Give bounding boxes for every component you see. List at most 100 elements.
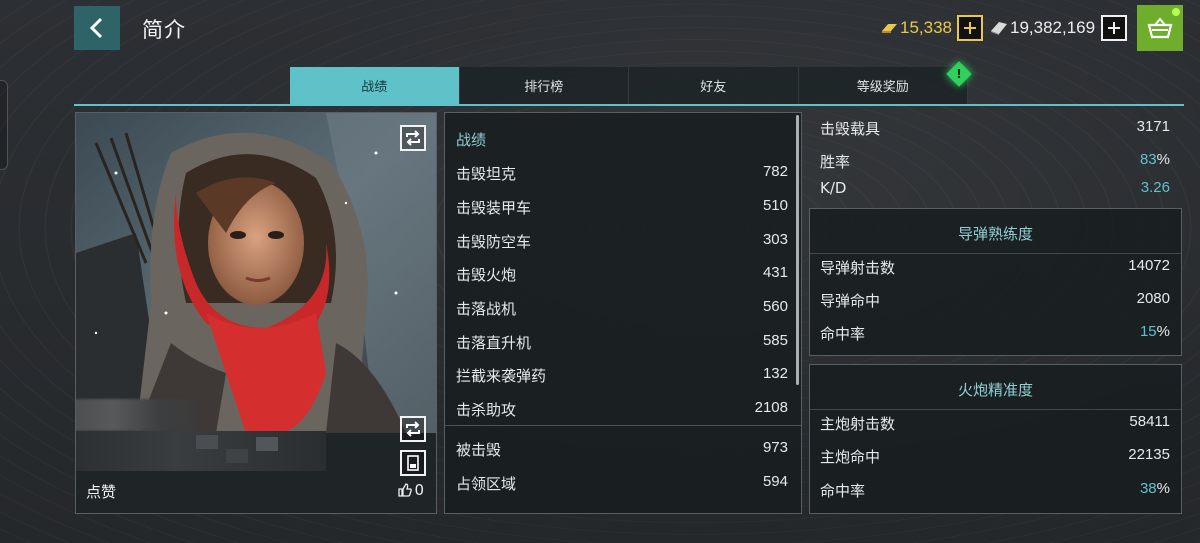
stat-label: 击落战机 — [456, 300, 517, 318]
tab-bar: 战绩 排行榜 好友 等级奖励 — [290, 67, 968, 104]
stat-value: 782 — [762, 163, 788, 180]
stat-label: 命中率 — [820, 482, 866, 500]
stat-value: 560 — [762, 298, 788, 315]
tab-leaderboard[interactable]: 排行榜 — [459, 67, 629, 104]
stat-label: 拦截来袭弹药 — [456, 367, 547, 385]
redacted-player-info — [76, 431, 326, 471]
vehicles-destroyed-row: 击毁载具 3171 — [820, 118, 1170, 139]
stat-row: 命中率 38% — [820, 480, 1170, 501]
percent-unit: % — [1156, 480, 1170, 497]
stat-row: 导弹射击数 14072 — [820, 257, 1170, 278]
stat-value: 83% — [1140, 151, 1170, 172]
tab-combat-record[interactable]: 战绩 — [290, 67, 460, 104]
add-gold-button[interactable] — [957, 15, 983, 41]
card-icon — [407, 455, 419, 471]
stat-value: 132 — [762, 365, 788, 382]
redacted-player-name — [76, 399, 198, 431]
back-button[interactable] — [74, 6, 120, 50]
kd-row: K/D 3.26 — [820, 179, 1170, 197]
stat-row: 击落战机 560 — [456, 298, 788, 319]
plus-icon — [964, 22, 976, 34]
stat-row: 占领区域 594 — [456, 473, 788, 494]
stat-label: 主炮命中 — [820, 448, 881, 466]
stat-row: 拦截来袭弹药 132 — [456, 365, 788, 386]
shop-button[interactable] — [1137, 5, 1183, 51]
basket-icon — [1147, 17, 1173, 39]
stat-row: 击杀助攻 2108 — [456, 399, 788, 420]
stat-value: 2108 — [754, 399, 788, 416]
stat-value: 510 — [762, 197, 788, 214]
stat-row: 击落直升机 585 — [456, 332, 788, 353]
chevron-left-icon — [89, 17, 103, 39]
stat-row: 击毁装甲车 510 — [456, 197, 788, 218]
combat-record-panel[interactable]: 战绩 击毁坦克 782 击毁装甲车 510 击毁防空车 303 击毁火炮 431 击落战… — [444, 112, 802, 514]
stat-label: 命中率 — [820, 325, 866, 343]
swap-icon — [406, 130, 420, 146]
stat-row: 主炮射击数 58411 — [820, 413, 1170, 434]
stat-label: 胜率 — [820, 153, 851, 171]
stat-label: 主炮射击数 — [820, 415, 896, 433]
tab-underline — [74, 104, 1184, 106]
player-portrait — [76, 113, 436, 433]
stat-value: 22135 — [1128, 446, 1170, 463]
stat-label: 击毁防空车 — [456, 233, 532, 251]
stat-row: 命中率 15% — [820, 323, 1170, 344]
likes-label: 点赞 — [86, 483, 117, 501]
thumbs-up-icon — [398, 483, 413, 497]
divider — [810, 253, 1181, 254]
add-silver-button[interactable] — [1101, 15, 1127, 41]
silver-bar-icon — [991, 22, 1007, 35]
stat-row: 击毁防空车 303 — [456, 231, 788, 252]
win-rate-row: 胜率 83% — [820, 151, 1170, 172]
stat-value: 58411 — [1129, 413, 1170, 430]
stat-label: 被击毁 — [456, 441, 502, 459]
notification-dot — [1172, 8, 1180, 16]
scrollbar[interactable] — [796, 115, 799, 385]
side-drawer-handle[interactable] — [0, 80, 8, 170]
stat-value: 431 — [762, 264, 788, 281]
missile-proficiency-panel: 导弹熟练度 导弹射击数 14072 导弹命中 2080 命中率 15% — [809, 208, 1182, 356]
stat-row: 被击毁 973 — [456, 439, 788, 460]
stat-label: 击毁装甲车 — [456, 199, 532, 217]
percent-unit: % — [1156, 151, 1170, 168]
divider — [810, 409, 1181, 410]
stat-value: 303 — [762, 231, 788, 248]
silver-amount: 19,382,169 — [1010, 18, 1096, 37]
tab-level-rewards[interactable]: 等级奖励 — [798, 67, 968, 104]
gold-currency: 15,338 — [880, 14, 952, 42]
section-title: 火炮精准度 — [957, 381, 1033, 399]
stat-row: 主炮命中 22135 — [820, 446, 1170, 467]
percent-unit: % — [1156, 323, 1170, 340]
page-title: 简介 — [142, 18, 186, 42]
stat-row: 击毁火炮 431 — [456, 264, 788, 285]
hit-rate-value: 38 — [1139, 480, 1157, 497]
stat-row: 击毁坦克 782 — [456, 163, 788, 184]
gold-amount: 15,338 — [900, 18, 952, 37]
divider — [445, 425, 801, 426]
stat-value: 594 — [762, 473, 788, 490]
section-title: 导弹熟练度 — [957, 225, 1033, 243]
tab-friends[interactable]: 好友 — [629, 67, 799, 104]
alert-badge: ! — [946, 61, 972, 87]
summary-panel: 击毁载具 3171 胜率 83% K/D 3.26 — [810, 112, 1182, 202]
win-rate-value: 83 — [1139, 151, 1157, 168]
card-view-button[interactable] — [400, 450, 426, 476]
like-button[interactable]: 0 — [398, 481, 424, 499]
stat-label: 击杀助攻 — [456, 401, 517, 419]
gold-bar-icon — [882, 24, 897, 33]
plus-icon — [1108, 22, 1120, 34]
stat-label: 击落直升机 — [456, 334, 532, 352]
stat-value: 973 — [762, 439, 788, 456]
change-background-button[interactable] — [400, 416, 426, 442]
stat-label: 导弹命中 — [820, 292, 881, 310]
profile-card: 点赞 0 — [75, 112, 437, 514]
stat-value: 3171 — [1136, 118, 1170, 135]
change-portrait-button[interactable] — [400, 125, 426, 151]
stat-label: K/D — [820, 179, 847, 197]
stat-label: 击毁载具 — [820, 120, 881, 138]
stat-value: 15% — [1140, 323, 1170, 344]
hit-rate-value: 15 — [1139, 323, 1157, 340]
likes-count: 0 — [414, 481, 424, 499]
stat-value: 14072 — [1128, 257, 1170, 274]
stat-value: 2080 — [1136, 290, 1170, 307]
